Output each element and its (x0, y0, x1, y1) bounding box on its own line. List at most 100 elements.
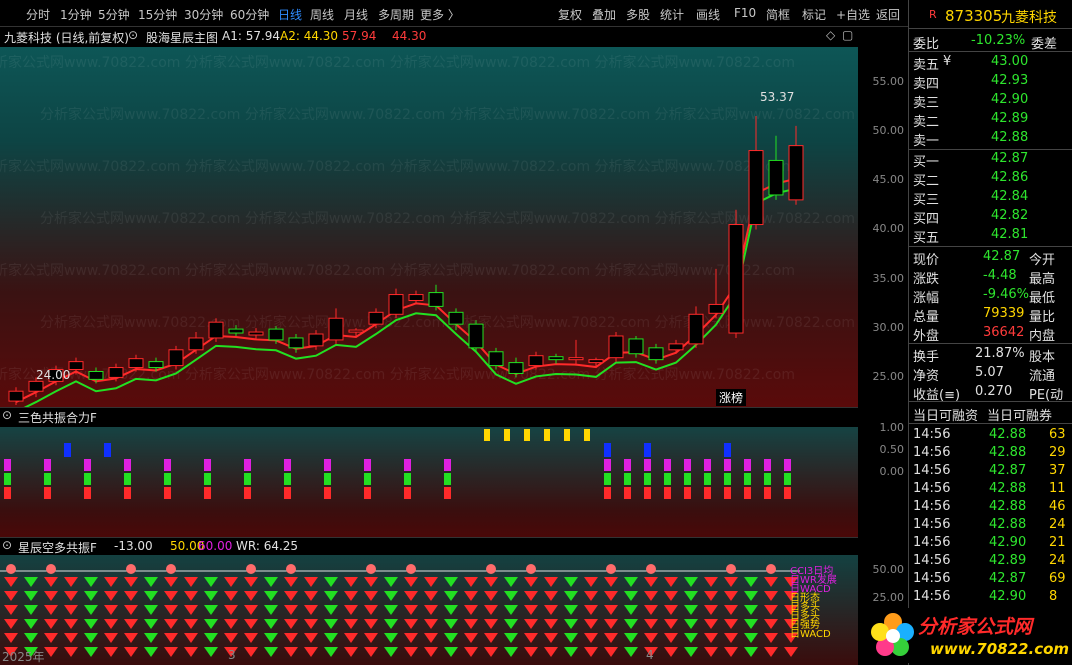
arrow-mark (384, 619, 398, 629)
stock-name[interactable]: 九菱科技 (1001, 7, 1057, 27)
period-tab[interactable]: 月线 (344, 6, 368, 23)
period-tab[interactable]: 周线 (310, 6, 334, 23)
resonance-bar (704, 487, 711, 499)
toolbar-button[interactable]: 复权 (558, 6, 582, 23)
candle-body (428, 292, 444, 307)
toolbar-button[interactable]: F10 (734, 6, 756, 20)
arrow-mark (404, 619, 418, 629)
arrow-mark (684, 619, 698, 629)
period-tab[interactable]: 15分钟 (138, 6, 177, 23)
arrow-mark (484, 647, 498, 657)
collapse-icon[interactable]: ⊙ (128, 28, 138, 42)
arrow-mark (624, 633, 638, 643)
resonance-bar (624, 459, 631, 471)
sub2-title: 星辰空多共振F (18, 541, 97, 555)
divider (909, 51, 1072, 52)
top-mark (366, 564, 376, 574)
toolbar-button[interactable]: 统计 (660, 6, 684, 23)
quote-row: 卖一 42.88 (909, 129, 1072, 149)
arrow-mark (184, 605, 198, 615)
resonance-bar (624, 473, 631, 485)
tick-time: 14:56 (913, 481, 951, 496)
resonance-bar (404, 473, 411, 485)
trading-window: { "toolbar":{"items":["分时","1分钟","5分钟","… (0, 0, 1072, 665)
arrow-mark (164, 633, 178, 643)
indicator-name[interactable]: 股海星辰主图 (146, 29, 218, 46)
tick-price: 42.87 (989, 463, 1027, 478)
arrow-mark (724, 619, 738, 629)
resonance-bar (724, 473, 731, 485)
period-tab[interactable]: 5分钟 (98, 6, 130, 23)
stat-value: 79339 (983, 306, 1025, 321)
arrow-mark (484, 619, 498, 629)
stat-label2: 股本 (1029, 350, 1056, 365)
arrow-mark (524, 633, 538, 643)
candle-body (28, 380, 44, 392)
arrow-mark (384, 591, 398, 601)
tick-price: 42.88 (989, 481, 1027, 496)
resonance-bar (124, 459, 131, 471)
arrow-mark (584, 591, 598, 601)
candle-body (188, 337, 204, 351)
brand-url: www.70822.com (930, 640, 1070, 658)
toolbar-button[interactable]: 简框 (766, 6, 790, 23)
quote-row: 14:56 42.90 8 (909, 588, 1072, 607)
collapse-icon[interactable]: ⊙ (2, 408, 12, 422)
period-tab[interactable]: 30分钟 (184, 6, 223, 23)
x-month-3: 3 (228, 648, 236, 662)
collapse-icon[interactable]: ⊙ (2, 538, 12, 552)
yellow-bar (564, 429, 570, 441)
candle-body (128, 358, 144, 369)
resonance-bar (644, 459, 651, 471)
arrow-mark (724, 591, 738, 601)
stat-label2: 今开 (1029, 253, 1056, 268)
arrow-mark (344, 619, 358, 629)
arrow-mark (224, 577, 238, 587)
tick-price: 42.88 (989, 517, 1027, 532)
diamond-icon[interactable]: ◇ (826, 28, 835, 42)
arrow-mark (64, 647, 78, 657)
stat-label: 涨幅 (913, 291, 940, 306)
period-tab[interactable]: 日线 (278, 6, 302, 23)
arrow-mark (124, 647, 138, 657)
toolbar-button[interactable]: +自选 (836, 6, 870, 23)
candle-body (508, 362, 524, 374)
toolbar-button[interactable]: 画线 (696, 6, 720, 23)
arrow-mark (244, 605, 258, 615)
candle-body (688, 313, 704, 345)
arrow-mark (284, 577, 298, 587)
resonance-bar (704, 473, 711, 485)
arrow-mark (724, 605, 738, 615)
tick-time: 14:56 (913, 463, 951, 478)
period-tab[interactable]: 1分钟 (60, 6, 92, 23)
candle-body (468, 323, 484, 349)
quote-row: 涨跌 -4.48 最高 (909, 267, 1072, 287)
yellow-bar (524, 429, 530, 441)
arrow-mark (264, 647, 278, 657)
brand-text: 分析家公式网 (918, 616, 1033, 638)
period-tab[interactable]: 分时 (26, 6, 50, 23)
resonance-bar (604, 459, 611, 471)
arrow-mark (564, 647, 578, 657)
arrow-mark (764, 605, 778, 615)
toolbar-button[interactable]: 叠加 (592, 6, 616, 23)
period-tab[interactable]: 60分钟 (230, 6, 269, 23)
arrow-mark (44, 619, 58, 629)
arrow-mark (544, 633, 558, 643)
maximize-icon[interactable]: ▢ (842, 28, 853, 42)
toolbar-button[interactable]: 标记 (802, 6, 826, 23)
resonance-bar (84, 473, 91, 485)
top-mark (606, 564, 616, 574)
margin-label: 当日可融资 (913, 409, 979, 424)
toolbar-button[interactable]: 多股 (626, 6, 650, 23)
arrow-mark (304, 591, 318, 601)
stat-value: -4.48 (983, 268, 1017, 283)
yellow-bar (584, 429, 590, 441)
arrow-mark (744, 605, 758, 615)
period-tab[interactable]: 更多 〉 (420, 6, 460, 23)
price-tick: 45.00 (872, 173, 905, 187)
period-tab[interactable]: 多周期 (378, 6, 414, 23)
arrow-mark (24, 633, 38, 643)
toolbar-button[interactable]: 返回 (876, 6, 900, 23)
tick-price: 42.89 (989, 553, 1027, 568)
